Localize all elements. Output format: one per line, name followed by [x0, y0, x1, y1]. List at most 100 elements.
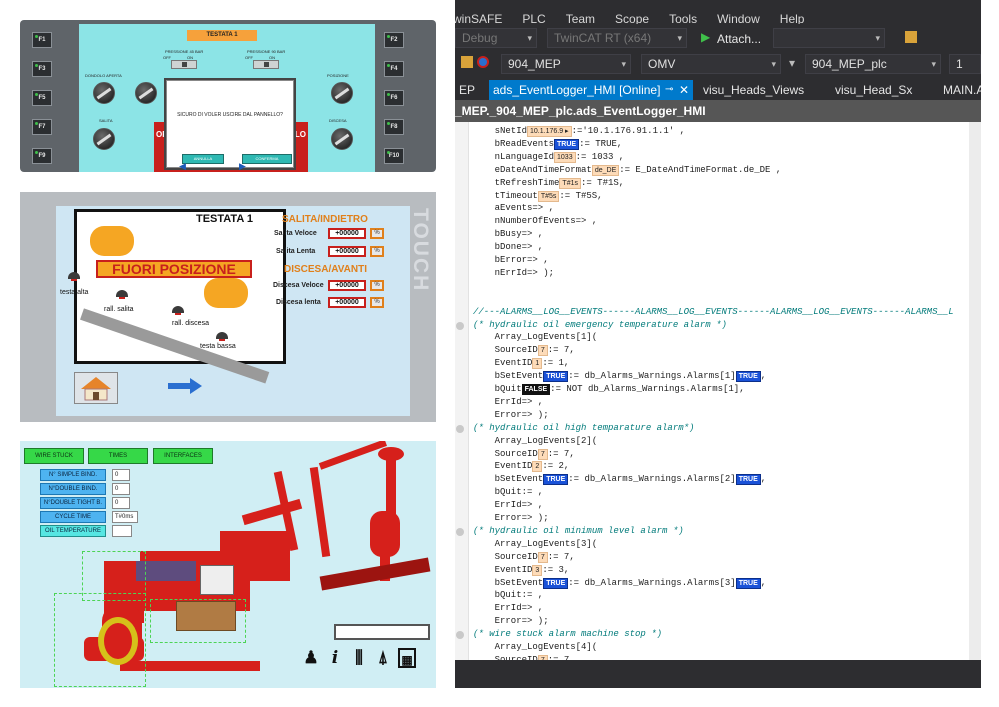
online-value[interactable]: 7	[537, 448, 548, 460]
function-key-f4[interactable]: F4	[384, 61, 404, 77]
target-icon[interactable]	[477, 56, 489, 68]
target-select[interactable]: OMV ▾	[641, 54, 781, 74]
code-line: Array_LogEvents[3](	[473, 539, 598, 550]
online-value[interactable]: 1	[532, 358, 543, 370]
play-icon[interactable]: ▶	[701, 30, 710, 44]
breakpoint-marker-icon[interactable]	[456, 527, 464, 536]
project-select[interactable]: 904_MEP ▾	[501, 54, 631, 74]
status-led-icon	[35, 35, 38, 38]
close-icon[interactable]: ✕	[679, 80, 689, 100]
sliders-icon[interactable]: ⫼	[350, 648, 368, 668]
online-value[interactable]: TRUE	[735, 474, 761, 486]
lamp-icon[interactable]: ⍋	[374, 648, 392, 668]
tab-wire-stuck[interactable]: WIRE STUCK	[24, 448, 84, 464]
code-text: nNumberOfEvents=> ,	[473, 216, 598, 227]
salita-veloce-value[interactable]: +00000	[328, 228, 366, 239]
function-key-f5[interactable]: F5	[32, 90, 52, 106]
online-value[interactable]: 10.1.176.9 ▸	[527, 126, 572, 137]
function-key-f1[interactable]: F1	[32, 32, 52, 48]
instance-select[interactable]: 1	[949, 54, 981, 74]
code-line: sNetId 10.1.176.9 ▸:='10.1.176.91.1.1' ,	[473, 126, 685, 137]
tab-main[interactable]: MAIN.A	[939, 80, 981, 100]
param-label: CYCLE TIME	[40, 511, 106, 523]
code-line: bQuit:= ,	[473, 590, 544, 601]
function-key-f3[interactable]: F3	[32, 61, 52, 77]
online-value[interactable]: 2	[532, 461, 543, 473]
info-icon[interactable]: i	[326, 648, 344, 668]
function-key-f7[interactable]: F7	[32, 119, 52, 135]
discesa-lenta-value[interactable]: +00000	[328, 297, 366, 308]
online-value[interactable]: de_DE	[591, 164, 620, 176]
dropdown-icon[interactable]: ▾	[789, 56, 795, 70]
selector-knob[interactable]	[135, 82, 157, 104]
worker-icon[interactable]: ♟	[302, 648, 320, 668]
salita-lenta-value[interactable]: +00000	[328, 246, 366, 257]
online-value[interactable]: 7	[537, 551, 548, 563]
tab-ads-eventlogger[interactable]: ads_EventLogger_HMI [Online] ⊸ ✕	[489, 80, 693, 100]
breakpoint-marker-icon[interactable]	[456, 321, 464, 330]
online-value[interactable]: 1033	[554, 151, 576, 163]
code-text: := NOT db_Alarms_Warnings.Alarms[1],	[550, 384, 745, 394]
online-value[interactable]: TRUE	[554, 138, 580, 150]
home-icon	[81, 377, 111, 401]
selector-knob[interactable]	[331, 82, 353, 104]
function-key-f8[interactable]: F8	[384, 119, 404, 135]
next-page-arrow-icon[interactable]	[168, 378, 202, 394]
tab-times[interactable]: TIMES	[88, 448, 148, 464]
param-label: N° SIMPLE BIND.	[40, 469, 106, 481]
breakpoint-marker-icon[interactable]	[456, 424, 464, 433]
code-text: := E_DateAndTimeFormat.de_DE ,	[619, 164, 782, 175]
status-led-icon	[387, 122, 390, 125]
function-key-f9[interactable]: F9	[32, 148, 52, 164]
online-value[interactable]: TRUE	[543, 577, 569, 589]
breakpoint-gutter[interactable]	[455, 122, 469, 660]
code-line: EventID 2:= 2,	[473, 461, 569, 473]
folder-icon[interactable]	[461, 56, 473, 68]
tab-visu-heads-views[interactable]: visu_Heads_Views	[699, 80, 809, 100]
pressure-90-switch[interactable]	[253, 60, 279, 69]
platform-select[interactable]: TwinCAT RT (x64) ▾	[547, 28, 687, 48]
pressure-45-switch[interactable]	[171, 60, 197, 69]
pin-icon[interactable]: ⊸	[665, 80, 673, 100]
editor-scrollbar[interactable]	[969, 122, 981, 660]
selector-knob[interactable]	[93, 128, 115, 150]
code-text: tRefreshTime	[473, 177, 560, 188]
code-line: aEvents=> ,	[473, 203, 554, 214]
code-line: bError=> ,	[473, 255, 549, 266]
configuration-select[interactable]: Debug ▾	[455, 28, 537, 48]
online-value[interactable]: TRUE	[735, 577, 761, 589]
code-text: bSetEvent	[473, 474, 544, 485]
home-button[interactable]	[74, 372, 118, 404]
toolbar-combo[interactable]: ▾	[773, 28, 885, 48]
online-value[interactable]: 7	[537, 345, 548, 357]
fuori-posizione-banner: FUORI POSIZIONE	[96, 260, 252, 278]
tab-interfaces[interactable]: INTERFACES	[153, 448, 213, 464]
function-key-label: F6	[390, 95, 398, 101]
selector-knob[interactable]	[331, 128, 353, 150]
code-line: //---ALARMS__LOG__EVENTS------ALARMS__LO…	[473, 307, 954, 318]
testa-bassa-label: testa bassa	[200, 343, 236, 350]
online-value[interactable]: TRUE	[735, 371, 761, 383]
function-key-f6[interactable]: F6	[384, 90, 404, 106]
function-key-f2[interactable]: F2	[384, 32, 404, 48]
tab-visu-head-sx[interactable]: visu_Head_Sx	[831, 80, 921, 100]
tab-ep[interactable]: EP	[455, 80, 485, 100]
online-value[interactable]: TRUE	[543, 474, 569, 486]
selector-knob[interactable]	[93, 82, 115, 104]
attach-button[interactable]: Attach...	[717, 32, 761, 46]
online-value[interactable]: T#1s	[559, 177, 581, 189]
online-value[interactable]: 3	[532, 564, 543, 576]
online-value[interactable]: TRUE	[543, 371, 569, 383]
online-value[interactable]: FALSE	[521, 384, 551, 395]
code-comment: //---ALARMS__LOG__EVENTS------ALARMS__LO…	[473, 306, 954, 317]
discesa-header: DISCESA/AVANTI	[284, 264, 367, 275]
code-line: Error=> );	[473, 513, 549, 524]
plc-select[interactable]: 904_MEP_plc ▾	[805, 54, 941, 74]
discesa-veloce-value[interactable]: +00000	[328, 280, 366, 291]
off-label: OFF	[163, 55, 171, 60]
online-value[interactable]: T#5s	[537, 190, 560, 202]
grid-icon[interactable]: ▦	[398, 648, 416, 668]
folder-icon[interactable]	[905, 31, 917, 43]
function-key-f10[interactable]: F10	[384, 148, 404, 164]
code-line: ErrId=> ,	[473, 603, 544, 614]
